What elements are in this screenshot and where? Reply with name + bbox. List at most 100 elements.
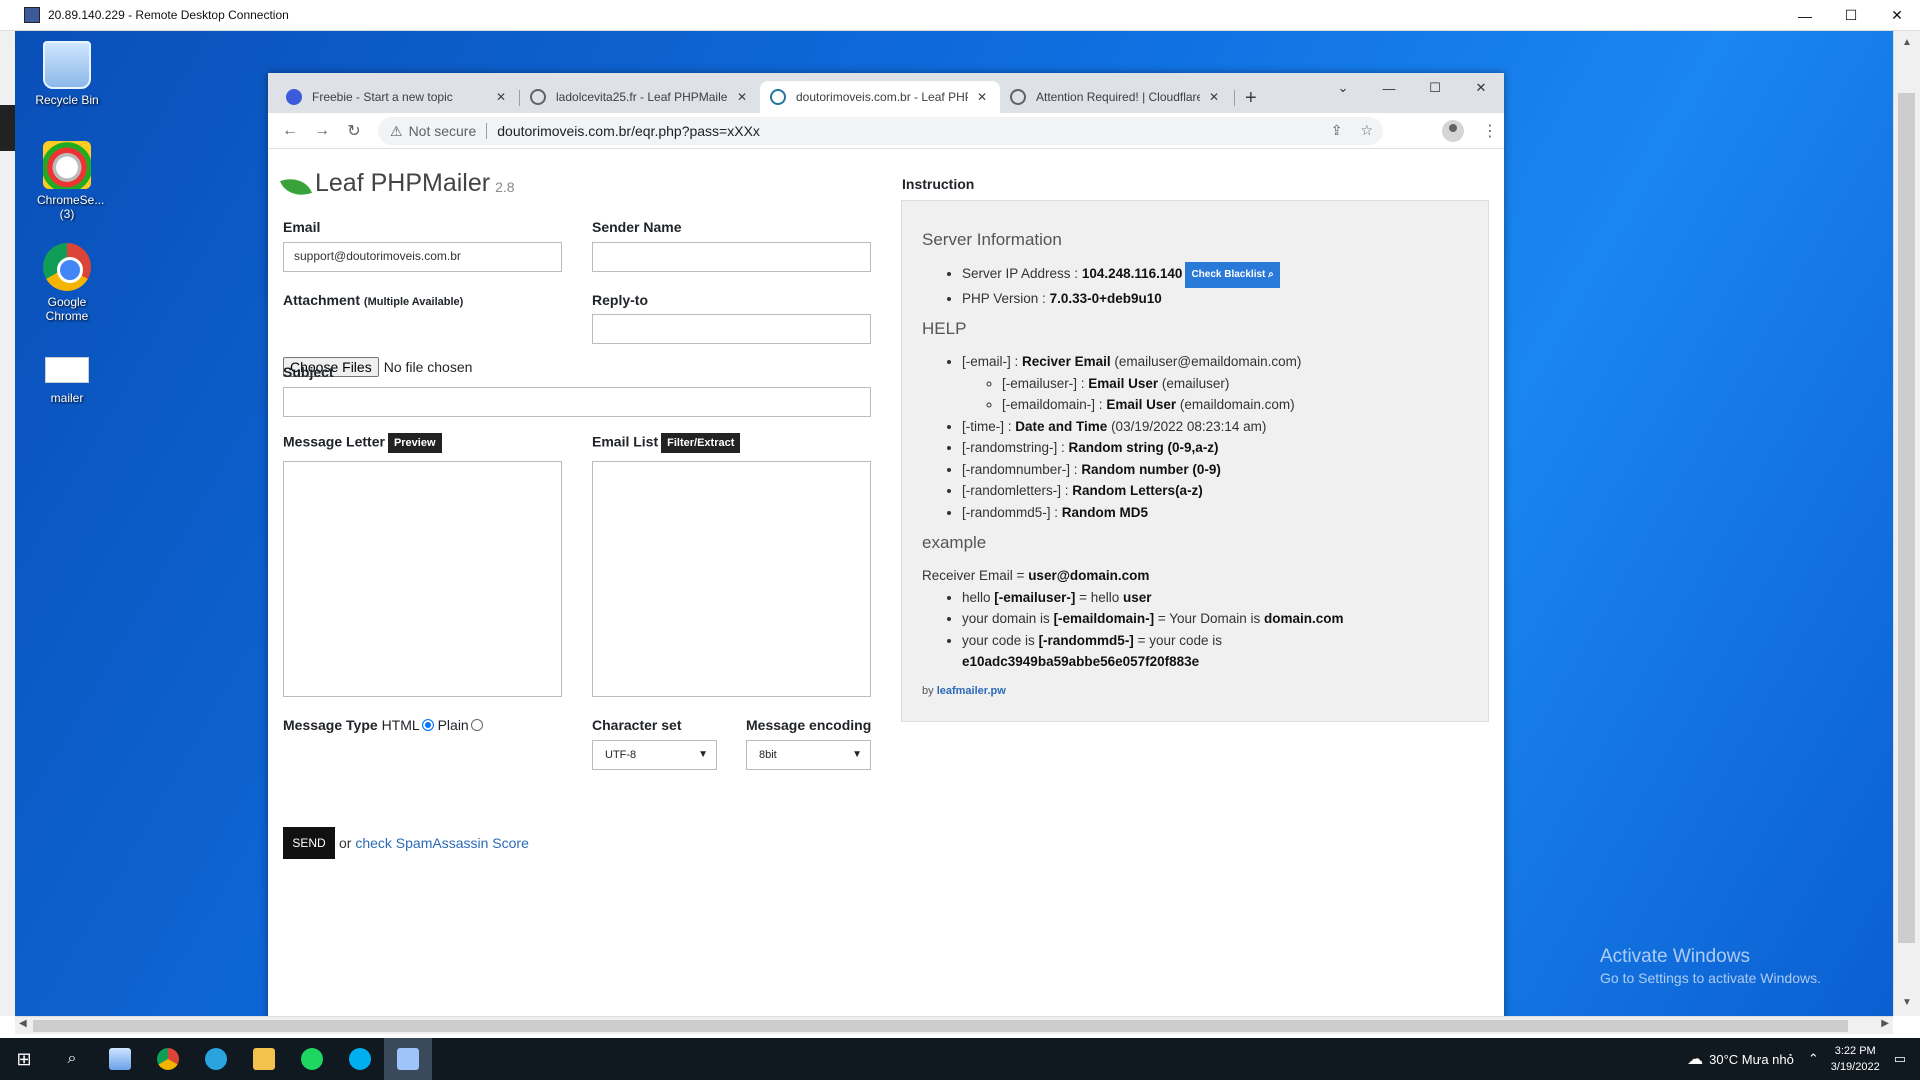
url-text[interactable]: doutorimoveis.com.br/eqr.php?pass=xXXx [497, 123, 760, 139]
reply-to-input[interactable] [592, 314, 871, 344]
taskbar-app-skype[interactable] [336, 1038, 384, 1080]
warning-icon: ⚠ [390, 122, 403, 139]
desktop-icon-google-chrome[interactable]: Google Chrome [27, 243, 107, 323]
email-label: Email [283, 219, 321, 235]
search-icon: ⌕ [67, 1050, 77, 1067]
folder-icon [253, 1048, 275, 1070]
scroll-thumb[interactable] [1898, 93, 1915, 943]
attachment-label: Attachment (Multiple Available) [283, 292, 464, 308]
encoding-label: Message encoding [746, 717, 872, 733]
server-ip-item: Server IP Address : 104.248.116.140Check… [962, 262, 1468, 288]
taskbar-app-clover[interactable] [288, 1038, 336, 1080]
desktop-icon-recycle-bin[interactable]: Recycle Bin [27, 41, 107, 107]
chrome-window: Freebie - Start a new topic ✕ ladolcevit… [268, 73, 1504, 1016]
charset-select[interactable]: UTF-8 ▼ [592, 740, 717, 770]
rdp-maximize-button[interactable]: ☐ [1828, 0, 1874, 31]
skype-icon [349, 1048, 371, 1070]
chevron-down-icon: ▼ [852, 749, 862, 760]
help-item: [-time-] : Date and Time (03/19/2022 08:… [962, 416, 1468, 438]
clock[interactable]: 3:22 PM 3/19/2022 [1831, 1043, 1880, 1075]
rdp-minimize-button[interactable]: — [1782, 0, 1828, 31]
scroll-right-icon[interactable]: ▶ [1881, 1018, 1889, 1029]
leafmailer-link[interactable]: leafmailer.pw [937, 685, 1006, 697]
instruction-title: Instruction [902, 176, 975, 192]
browser-minimize-button[interactable]: — [1366, 73, 1412, 103]
php-version-item: PHP Version : 7.0.33-0+deb9u10 [962, 288, 1468, 310]
spamassassin-link[interactable]: check SpamAssassin Score [355, 835, 529, 851]
desktop-icon-mailer[interactable]: mailer [27, 345, 107, 405]
email-list-textarea[interactable] [592, 461, 871, 697]
close-tab-icon[interactable]: ✕ [493, 90, 509, 104]
desktop-icon-chromesetup[interactable]: ChromeSe... (3) [27, 141, 107, 221]
taskbar-app-telegram[interactable] [192, 1038, 240, 1080]
plain-radio[interactable] [470, 719, 483, 731]
rdp-vertical-scrollbar[interactable]: ▲ ▼ [1893, 31, 1920, 1016]
rdp-horizontal-scrollbar[interactable]: ◀ ▶ [15, 1016, 1893, 1034]
back-icon[interactable]: ← [274, 122, 306, 140]
scroll-up-icon[interactable]: ▲ [1902, 37, 1912, 48]
security-label[interactable]: Not secure [409, 123, 477, 139]
html-option-label: HTML [381, 717, 420, 733]
scroll-down-icon[interactable]: ▼ [1902, 997, 1912, 1008]
start-button[interactable]: ⊞ [0, 1038, 48, 1080]
scroll-thumb[interactable] [33, 1020, 1848, 1032]
chevron-up-icon[interactable]: ⌃ [1808, 1051, 1819, 1067]
encoding-select[interactable]: 8bit ▼ [746, 740, 871, 770]
scroll-left-icon[interactable]: ◀ [19, 1018, 27, 1029]
filter-extract-button[interactable]: Filter/Extract [661, 433, 741, 453]
preview-button[interactable]: Preview [387, 433, 442, 453]
tab-ladolcevita[interactable]: ladolcevita25.fr - Leaf PHPMailer ✕ [520, 81, 760, 113]
reply-to-label: Reply-to [592, 292, 648, 308]
chrome-setup-icon [43, 141, 91, 189]
address-bar[interactable]: ⚠ Not secure doutorimoveis.com.br/eqr.ph… [378, 117, 1383, 145]
weather-text[interactable]: 30°C Mưa nhỏ [1709, 1052, 1794, 1067]
browser-close-button[interactable]: ✕ [1458, 73, 1504, 103]
message-letter-textarea[interactable] [283, 461, 562, 697]
help-heading: HELP [922, 319, 967, 338]
tab-doutorimoveis[interactable]: doutorimoveis.com.br - Leaf PHP ✕ [760, 81, 1000, 113]
windows-start-icon: ⊞ [16, 1048, 32, 1069]
example-heading: example [922, 533, 987, 552]
close-tab-icon[interactable]: ✕ [1206, 90, 1222, 104]
chevron-down-icon: ▼ [698, 749, 708, 760]
chrome-icon [157, 1048, 179, 1070]
subject-input[interactable] [283, 387, 871, 417]
rdp-close-button[interactable]: ✕ [1874, 0, 1920, 31]
help-item: [-emailuser-] : Email User (emailuser) [1002, 373, 1468, 395]
taskbar-app-notepad[interactable] [96, 1038, 144, 1080]
kebab-menu-icon[interactable]: ⋮ [1476, 121, 1504, 141]
email-input[interactable]: support@doutorimoveis.com.br [283, 242, 562, 272]
search-button[interactable]: ⌕ [48, 1038, 96, 1080]
share-icon[interactable]: ⇪ [1331, 122, 1343, 139]
taskbar-app-rdp[interactable] [384, 1038, 432, 1080]
tab-freebie[interactable]: Freebie - Start a new topic ✕ [276, 81, 519, 113]
taskbar-app-chrome[interactable] [144, 1038, 192, 1080]
tab-cloudflare[interactable]: Attention Required! | Cloudflare ✕ [1000, 81, 1232, 113]
tab-search-icon[interactable]: ⌄ [1320, 73, 1366, 103]
notification-icon[interactable]: ▭ [1894, 1051, 1906, 1067]
browser-maximize-button[interactable]: ☐ [1412, 73, 1458, 103]
help-item: [-randomstring-] : Random string (0-9,a-… [962, 437, 1468, 459]
forward-icon[interactable]: → [306, 122, 338, 140]
close-tab-icon[interactable]: ✕ [734, 90, 750, 104]
html-radio[interactable] [421, 719, 434, 731]
server-info-heading: Server Information [922, 230, 1062, 249]
search-icon: ⌕ [1268, 269, 1274, 280]
send-button[interactable]: SEND [283, 827, 335, 859]
help-item: [-email-] : Reciver Email (emailuser@ema… [962, 351, 1468, 416]
telegram-icon [205, 1048, 227, 1070]
sender-name-label: Sender Name [592, 219, 682, 235]
leaf-mailer-page: Leaf PHPMailer 2.8 Email support@doutori… [268, 149, 1504, 1016]
help-item: [-randommd5-] : Random MD5 [962, 502, 1468, 524]
taskbar: ⊞ ⌕ ☁ 30°C Mưa nhỏ ⌃ 3:22 PM 3/19/2022 ▭ [0, 1038, 1920, 1080]
close-tab-icon[interactable]: ✕ [974, 90, 990, 104]
weather-cloud-icon[interactable]: ☁ [1687, 1049, 1703, 1069]
taskbar-app-explorer[interactable] [240, 1038, 288, 1080]
sender-name-input[interactable] [592, 242, 871, 272]
rdp-app-icon [24, 7, 40, 23]
bookmark-star-icon[interactable]: ☆ [1360, 122, 1373, 139]
profile-avatar-icon[interactable] [1442, 120, 1464, 142]
new-tab-button[interactable]: + [1245, 87, 1257, 110]
check-blacklist-button[interactable]: Check Blacklist ⌕ [1185, 262, 1280, 288]
reload-icon[interactable]: ↻ [338, 121, 370, 141]
